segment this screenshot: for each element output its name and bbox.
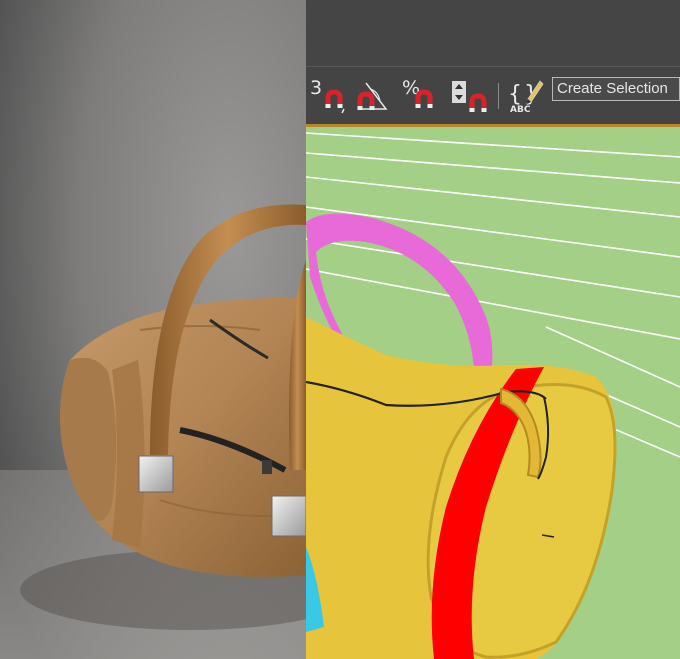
percent-snap-icon bbox=[415, 89, 433, 108]
toolbar-separator bbox=[498, 83, 499, 109]
spinner-snap-button[interactable] bbox=[448, 75, 490, 117]
angle-snap-icon bbox=[357, 82, 388, 110]
svg-text:{: { bbox=[508, 82, 522, 107]
main-toolbar: 3 % {ABC Create Selection bbox=[306, 66, 680, 124]
abc-label: ABC bbox=[510, 105, 531, 115]
editor-pane: 3 % {ABC Create Selection bbox=[306, 0, 680, 659]
rendered-bag-image bbox=[0, 0, 306, 659]
snap-3d-icon bbox=[325, 89, 345, 114]
percent-snap-button[interactable]: % bbox=[400, 75, 440, 117]
edit-named-selections-button[interactable]: { } ABC bbox=[506, 75, 546, 117]
viewport[interactable] bbox=[306, 124, 680, 659]
snap-3d-label: 3 bbox=[310, 77, 323, 99]
viewport-scene bbox=[306, 132, 680, 659]
snap-toggle-button[interactable]: 3 bbox=[310, 75, 350, 117]
menu-area bbox=[306, 0, 680, 66]
render-preview bbox=[0, 0, 306, 659]
spinner-snap-icon bbox=[452, 81, 487, 112]
angle-snap-button[interactable] bbox=[352, 75, 394, 117]
named-selection-sets-field[interactable]: Create Selection bbox=[552, 77, 680, 101]
